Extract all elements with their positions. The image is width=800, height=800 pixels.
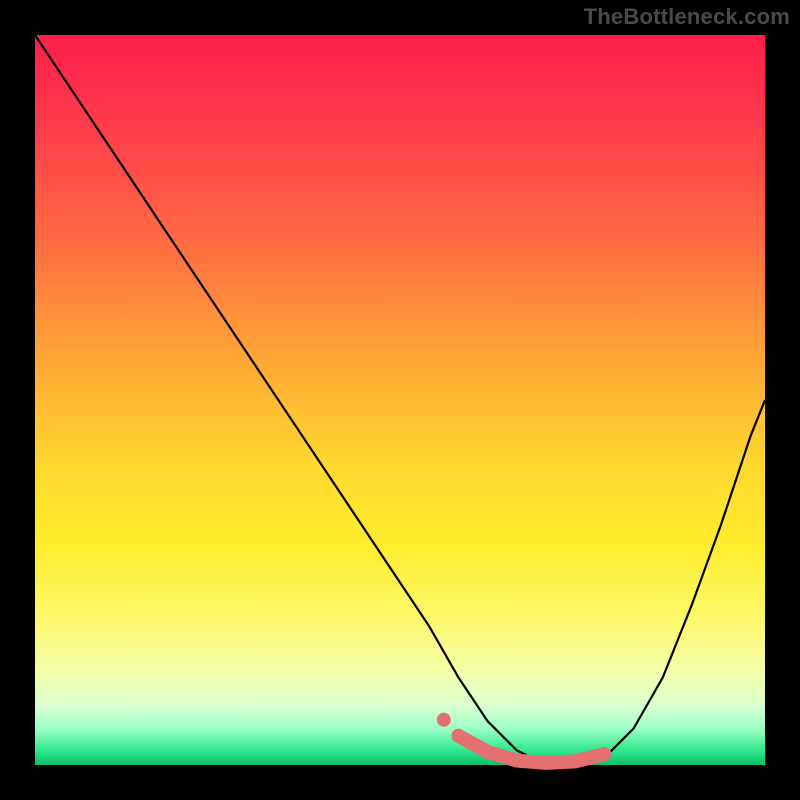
bottleneck-curve [35, 35, 765, 765]
accent-dot [451, 729, 465, 743]
chart-frame: TheBottleneck.com [0, 0, 800, 800]
optimal-range-highlight [458, 736, 604, 763]
accent-dots [437, 713, 466, 743]
accent-dot [437, 713, 451, 727]
curve-svg [35, 35, 765, 765]
watermark-text: TheBottleneck.com [584, 4, 790, 30]
plot-area [35, 35, 765, 765]
